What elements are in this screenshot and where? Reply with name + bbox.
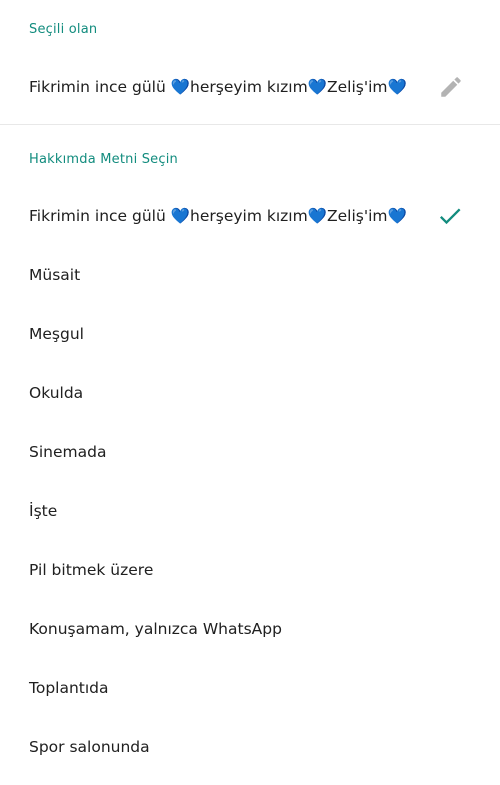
check-icon [436, 202, 464, 230]
about-option-konusamam[interactable]: Konuşamam, yalnızca WhatsApp [0, 599, 500, 658]
select-about-header: Hakkımda Metni Seçin [29, 152, 178, 167]
about-option-mesgul[interactable]: Meşgul [0, 304, 500, 363]
about-option-iste[interactable]: İşte [0, 481, 500, 540]
about-option-label: Müsait [29, 265, 81, 284]
section-divider [0, 124, 500, 125]
about-option-selected[interactable]: Fikrimin ince gülü 💙herşeyim kızım💙Zeliş… [0, 186, 500, 245]
about-option-spor[interactable]: Spor salonunda [0, 717, 500, 776]
about-option-toplantida[interactable]: Toplantıda [0, 658, 500, 717]
about-option-label: Pil bitmek üzere [29, 560, 154, 579]
current-about-text: Fikrimin ince gülü 💙herşeyim kızım💙Zeliş… [29, 78, 407, 96]
about-option-label: Meşgul [29, 324, 84, 343]
current-about-header: Seçili olan [29, 22, 98, 37]
about-option-musait[interactable]: Müsait [0, 245, 500, 304]
about-screen: Seçili olan Fikrimin ince gülü 💙herşeyim… [0, 0, 500, 785]
about-option-label: Fikrimin ince gülü 💙herşeyim kızım💙Zeliş… [29, 206, 407, 225]
about-option-label: İşte [29, 501, 58, 520]
about-option-okulda[interactable]: Okulda [0, 363, 500, 422]
about-option-label: Spor salonunda [29, 737, 150, 756]
about-option-label: Okulda [29, 383, 84, 402]
about-option-sinemada[interactable]: Sinemada [0, 422, 500, 481]
current-about-row[interactable]: Fikrimin ince gülü 💙herşeyim kızım💙Zeliş… [0, 57, 500, 117]
about-option-label: Sinemada [29, 442, 107, 461]
about-options-list: Fikrimin ince gülü 💙herşeyim kızım💙Zeliş… [0, 186, 500, 776]
pencil-icon[interactable] [438, 74, 464, 100]
about-option-pil[interactable]: Pil bitmek üzere [0, 540, 500, 599]
about-option-label: Konuşamam, yalnızca WhatsApp [29, 619, 282, 638]
about-option-label: Toplantıda [29, 678, 109, 697]
